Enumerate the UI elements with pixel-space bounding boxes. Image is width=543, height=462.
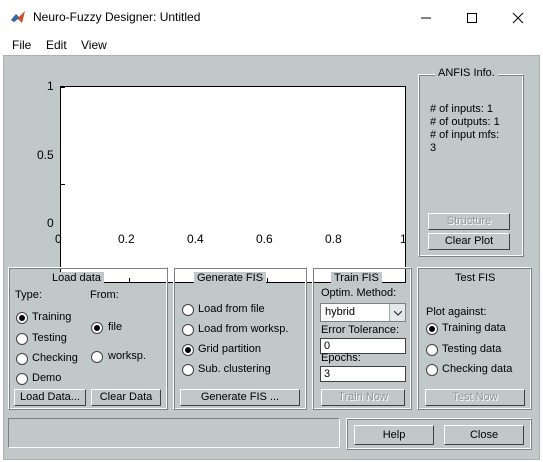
from-label: From: — [90, 289, 119, 301]
chevron-down-icon — [389, 304, 405, 321]
gen-grid-partition-label: Grid partition — [198, 343, 261, 355]
menu-bar: File Edit View — [0, 35, 543, 55]
x-tick-label: 0.8 — [325, 232, 342, 246]
epochs-label: Epochs: — [321, 352, 361, 364]
maximize-button[interactable] — [449, 0, 495, 35]
y-tick-label: 0.5 — [37, 148, 54, 162]
from-file-radio[interactable] — [91, 322, 103, 334]
test-testing-data-label: Testing data — [442, 343, 502, 355]
x-tick-label: 1 — [400, 232, 407, 246]
anfis-info-title: ANFIS Info. — [435, 67, 498, 79]
from-file-label: file — [108, 321, 123, 333]
generate-fis-button[interactable]: Generate FIS ... — [180, 389, 300, 406]
load-data-title: Load data — [49, 272, 104, 284]
gen-load-file-label: Load from file — [198, 303, 265, 315]
y-tick-label: 0 — [47, 216, 54, 230]
title-bar: Neuro-Fuzzy Designer: Untitled — [0, 0, 543, 35]
minimize-button[interactable] — [403, 0, 449, 35]
type-label: Type: — [15, 289, 42, 301]
optim-method-value: hybrid — [325, 306, 355, 318]
help-button[interactable]: Help — [354, 425, 434, 445]
input-mfs-label: # of input mfs: — [430, 129, 500, 141]
type-testing-radio[interactable] — [16, 333, 28, 345]
input-mfs-value: 3 — [430, 142, 437, 154]
plot-against-label: Plot against: — [426, 306, 487, 318]
from-workspace-label: worksp. — [108, 350, 146, 362]
from-workspace-radio[interactable] — [91, 351, 103, 363]
maximize-icon — [467, 12, 477, 23]
x-tick-label: 0 — [55, 232, 62, 246]
test-training-data-radio[interactable] — [426, 323, 438, 335]
type-checking-label: Checking — [32, 352, 78, 364]
error-tolerance-label: Error Tolerance: — [321, 324, 400, 336]
clear-data-button[interactable]: Clear Data — [91, 389, 161, 406]
generate-fis-title: Generate FIS — [194, 272, 267, 284]
test-testing-data-radio[interactable] — [426, 344, 438, 356]
test-training-data-label: Training data — [442, 322, 506, 334]
clear-plot-button[interactable]: Clear Plot — [428, 233, 510, 250]
gen-load-workspace-radio[interactable] — [182, 324, 194, 336]
type-demo-label: Demo — [32, 372, 62, 384]
load-data-button[interactable]: Load Data... — [14, 389, 86, 406]
optim-method-select[interactable]: hybrid — [320, 303, 406, 322]
train-fis-title: Train FIS — [331, 272, 382, 284]
gen-load-file-radio[interactable] — [182, 304, 194, 316]
close-button[interactable]: Close — [444, 425, 524, 445]
plot-ticks — [61, 87, 337, 282]
inputs-count: # of inputs: 1 — [430, 103, 493, 115]
y-tick-label: 1 — [47, 79, 54, 93]
x-tick-label: 0.4 — [187, 232, 204, 246]
menu-view[interactable]: View — [81, 38, 107, 52]
train-now-button[interactable]: Train Now — [321, 389, 405, 406]
structure-button[interactable]: Structure — [428, 213, 510, 230]
test-checking-data-label: Checking data — [442, 363, 513, 375]
type-checking-radio[interactable] — [16, 353, 28, 365]
window-title: Neuro-Fuzzy Designer: Untitled — [33, 10, 201, 24]
menu-edit[interactable]: Edit — [46, 38, 67, 52]
test-now-button[interactable]: Test Now — [425, 389, 525, 406]
gen-grid-partition-radio[interactable] — [182, 344, 194, 356]
x-tick-label: 0.6 — [256, 232, 273, 246]
type-testing-label: Testing — [32, 332, 67, 344]
status-message-area — [8, 418, 340, 448]
gen-sub-clustering-label: Sub. clustering — [198, 363, 271, 375]
outputs-count: # of outputs: 1 — [430, 116, 500, 128]
type-demo-radio[interactable] — [16, 373, 28, 385]
designer-panel: 1 0.5 0 0 0.2 0.4 0.6 0.8 1 ANFIS Info. … — [3, 55, 540, 460]
close-window-button[interactable] — [495, 0, 541, 35]
close-icon — [512, 12, 524, 23]
test-fis-title: Test FIS — [452, 272, 499, 284]
minimize-icon — [421, 17, 431, 18]
epochs-input[interactable]: 3 — [320, 366, 406, 382]
type-training-radio[interactable] — [16, 312, 28, 324]
gen-load-workspace-label: Load from worksp. — [198, 323, 289, 335]
gen-sub-clustering-radio[interactable] — [182, 364, 194, 376]
test-checking-data-radio[interactable] — [426, 364, 438, 376]
menu-file[interactable]: File — [12, 38, 31, 52]
matlab-logo-icon — [11, 11, 25, 23]
optim-method-label: Optim. Method: — [321, 287, 397, 299]
plot-axes — [60, 86, 406, 283]
type-training-label: Training — [32, 311, 72, 323]
x-tick-label: 0.2 — [118, 232, 135, 246]
